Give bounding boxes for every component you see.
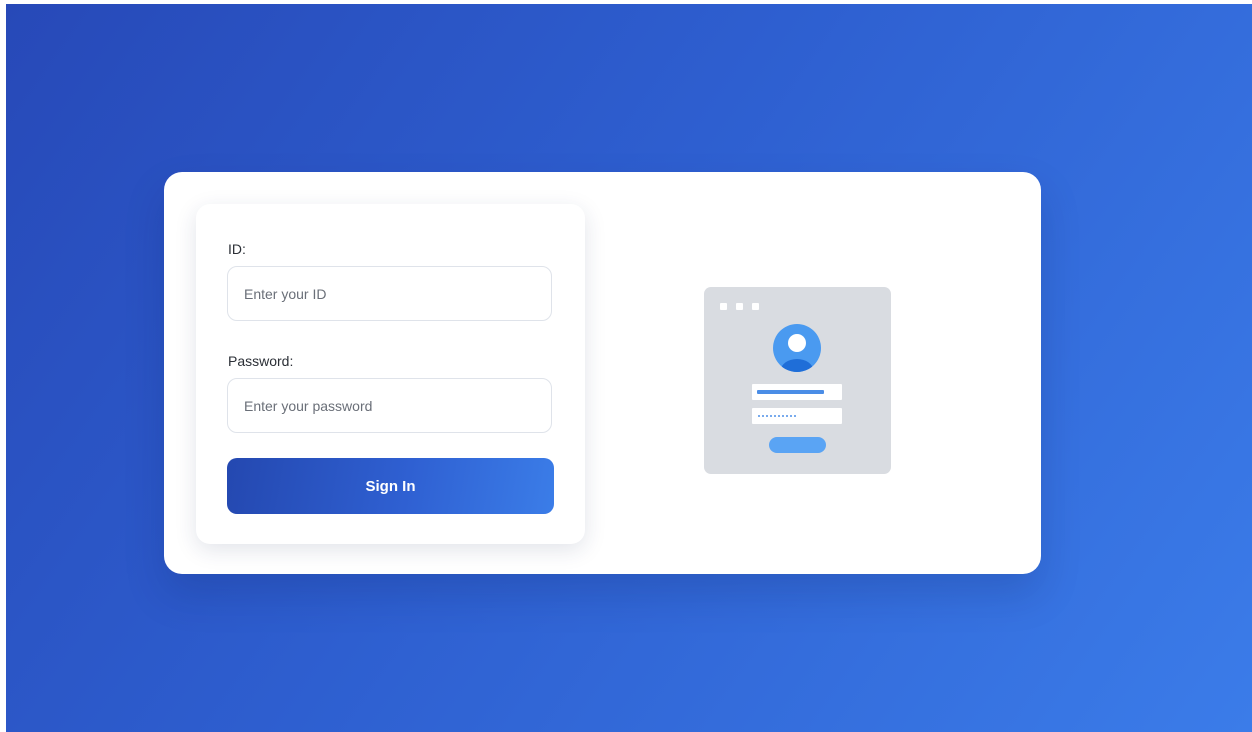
window-dot-icon xyxy=(752,303,759,310)
id-label: ID: xyxy=(228,241,246,257)
window-dot-icon xyxy=(736,303,743,310)
page-background: ID: Password: Sign In xyxy=(6,4,1252,732)
id-input[interactable] xyxy=(227,266,552,321)
user-avatar-icon xyxy=(773,324,821,372)
illustration-id-field xyxy=(752,384,842,400)
sign-in-button[interactable]: Sign In xyxy=(227,458,554,514)
login-form: ID: Password: Sign In xyxy=(196,204,585,544)
login-card: ID: Password: Sign In xyxy=(164,172,1041,574)
window-dot-icon xyxy=(720,303,727,310)
illustration-button xyxy=(769,437,826,453)
illustration-password-dots xyxy=(757,415,797,417)
password-label: Password: xyxy=(228,353,294,369)
illustration-password-field xyxy=(752,408,842,424)
login-window-illustration xyxy=(704,287,891,474)
illustration-text-bar xyxy=(757,390,824,394)
password-input[interactable] xyxy=(227,378,552,433)
